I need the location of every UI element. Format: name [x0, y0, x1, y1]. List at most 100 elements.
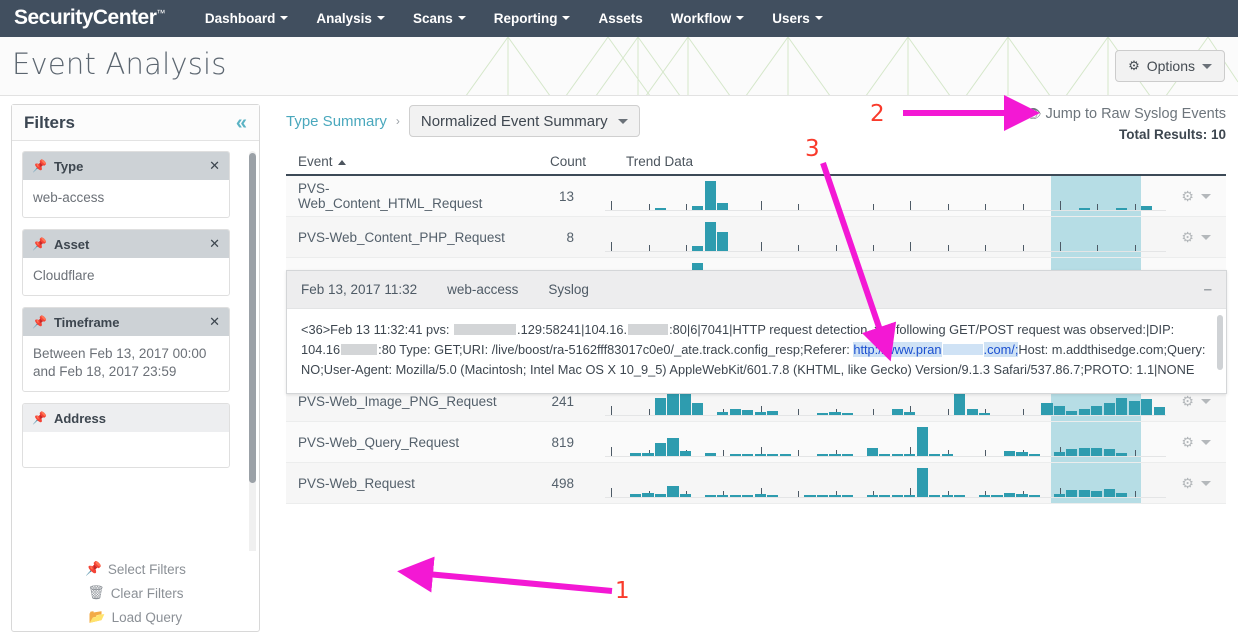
page-title-bar: Event Analysis ⚙ Options	[0, 37, 1238, 96]
filter-group-header[interactable]: 📌 Timeframe ✕	[23, 308, 229, 336]
sparkline-baseline	[605, 415, 1166, 416]
nav-item-users[interactable]: Users	[758, 0, 837, 37]
filter-group-header[interactable]: 📌 Asset ✕	[23, 230, 229, 258]
cell-event[interactable]: PVS-Web_Request	[286, 476, 512, 491]
close-icon[interactable]: ✕	[209, 158, 220, 174]
chevron-down-icon[interactable]	[1200, 398, 1211, 404]
table-row[interactable]: PVS-Web_Request 498 ⚙	[286, 463, 1226, 504]
sparkline-bar	[954, 392, 966, 415]
table-row[interactable]: PVS-Web_Content_PHP_Request 8 ⚙	[286, 217, 1226, 258]
annotation-label-2: 2	[870, 101, 885, 127]
table-row[interactable]: PVS-Web_Query_Request 819 ⚙	[286, 422, 1226, 463]
sparkline-bar	[891, 409, 903, 415]
sparkline-bar	[767, 411, 779, 415]
sidebar-scrollbar-thumb[interactable]	[249, 153, 256, 483]
syslog-referer-url[interactable]: .com/;	[983, 342, 1019, 357]
select-filters-button[interactable]: 📌 Select Filters	[85, 561, 186, 577]
chevron-down-icon[interactable]	[1200, 480, 1211, 486]
chevron-down-icon	[617, 118, 628, 124]
sparkline-bar	[1091, 406, 1103, 415]
gear-icon[interactable]: ⚙	[1181, 229, 1194, 246]
syslog-raw-text: <36>Feb 13 11:32:41 pvs: .129:58241|104.…	[287, 309, 1226, 393]
filter-group-value[interactable]: Between Feb 13, 2017 00:00 and Feb 18, 2…	[23, 336, 229, 391]
nav-item-dashboard[interactable]: Dashboard	[191, 0, 303, 37]
nav-item-assets[interactable]: Assets	[584, 0, 656, 37]
jump-to-raw-syslog-events-link[interactable]: 👁 Jump to Raw Syslog Events	[1025, 106, 1226, 122]
sparkline-tick	[985, 204, 987, 210]
breadcrumb-type-summary[interactable]: Type Summary	[286, 113, 387, 130]
filters-sidebar: Filters « 📌 Type ✕ web-access 📌 Asset ✕ …	[11, 104, 260, 632]
sparkline-bar	[829, 495, 841, 497]
nav-item-workflow[interactable]: Workflow	[657, 0, 759, 37]
nav-item-analysis[interactable]: Analysis	[302, 0, 399, 37]
chevron-down-icon[interactable]	[1200, 234, 1211, 240]
cell-event[interactable]: PVS-Web_Content_PHP_Request	[286, 230, 512, 245]
sparkline-chart	[605, 422, 1166, 462]
filter-group-header[interactable]: 📌 Address	[23, 404, 229, 432]
nav-item-scans[interactable]: Scans	[399, 0, 480, 37]
sparkline-tick	[947, 409, 949, 415]
cell-event[interactable]: PVS-Web_Query_Request	[286, 435, 512, 450]
cell-row-menu: ⚙	[1166, 229, 1226, 246]
pin-icon[interactable]: 📌	[32, 411, 47, 425]
cell-trend-sparkline[interactable]	[605, 422, 1166, 462]
detail-scrollbar-thumb[interactable]	[1217, 315, 1223, 370]
sparkline-tick	[648, 204, 650, 210]
pin-icon[interactable]: 📌	[32, 237, 47, 251]
gear-icon[interactable]: ⚙	[1181, 434, 1194, 451]
chevron-down-icon[interactable]	[1200, 439, 1211, 445]
syslog-referer-url[interactable]: http://www.pran	[853, 342, 942, 357]
filter-group-asset: 📌 Asset ✕ Cloudflare	[22, 229, 230, 296]
sparkline-bar	[804, 495, 816, 497]
cell-event[interactable]: PVS-Web_Image_PNG_Request	[286, 394, 512, 409]
sparkline-tick	[910, 201, 912, 210]
detail-source: Syslog	[548, 282, 589, 297]
sparkline-bar	[1116, 453, 1128, 456]
detail-type: web-access	[447, 282, 519, 297]
sparkline-tick	[1134, 245, 1136, 251]
chevron-down-icon	[376, 16, 385, 21]
cell-count: 819	[551, 434, 574, 450]
sparkline-bar	[954, 495, 966, 497]
column-header-trend[interactable]: Trend Data	[586, 154, 693, 174]
cell-trend-sparkline[interactable]	[605, 217, 1166, 257]
close-icon[interactable]: ✕	[209, 236, 220, 252]
sparkline-tick	[648, 409, 650, 415]
view-select-dropdown[interactable]: Normalized Event Summary	[408, 105, 640, 137]
detail-date: Feb 13, 2017 11:32	[301, 282, 418, 297]
minus-icon[interactable]: –	[1204, 282, 1212, 297]
table-row[interactable]: PVS-Web_Content_HTML_Request 13 ⚙	[286, 176, 1226, 217]
app-logo[interactable]: SecurityCenter™	[0, 6, 191, 30]
sparkline-bar	[891, 454, 903, 456]
filter-group-value[interactable]: web-access	[23, 180, 229, 217]
filter-group-header[interactable]: 📌 Type ✕	[23, 152, 229, 180]
cell-trend-sparkline[interactable]	[605, 463, 1166, 503]
view-select-label: Normalized Event Summary	[420, 112, 608, 130]
load-query-button[interactable]: 📂 Load Query	[89, 609, 182, 625]
filter-group-value[interactable]: Cloudflare	[23, 258, 229, 295]
sparkline-tick	[1134, 450, 1136, 456]
gear-icon[interactable]: ⚙	[1181, 475, 1194, 492]
gear-icon[interactable]: ⚙	[1181, 393, 1194, 410]
options-button[interactable]: ⚙ Options	[1115, 50, 1225, 82]
sparkline-bar	[841, 413, 854, 415]
chevron-down-icon[interactable]	[1200, 193, 1211, 199]
chevron-down-icon	[457, 16, 466, 21]
sparkline-tick	[760, 201, 762, 210]
pin-icon[interactable]: 📌	[32, 159, 47, 173]
nav-item-reporting[interactable]: Reporting	[480, 0, 585, 37]
close-icon[interactable]: ✕	[209, 314, 220, 330]
chevron-double-left-icon[interactable]: «	[236, 113, 247, 133]
cell-event[interactable]: PVS-Web_Content_HTML_Request	[286, 181, 512, 211]
cell-count: 241	[551, 393, 574, 409]
cell-trend-sparkline[interactable]	[605, 176, 1166, 216]
sparkline-tick	[1134, 491, 1136, 497]
column-header-event[interactable]: Event	[286, 154, 524, 174]
gear-icon[interactable]: ⚙	[1181, 188, 1194, 205]
gear-icon: ⚙	[1128, 58, 1140, 73]
filter-group-value[interactable]	[23, 432, 229, 467]
column-header-count[interactable]: Count	[524, 154, 586, 174]
pin-icon[interactable]: 📌	[32, 315, 47, 329]
clear-filters-button[interactable]: 🗑 Clear Filters	[88, 585, 184, 601]
cell-row-menu: ⚙	[1166, 434, 1226, 451]
